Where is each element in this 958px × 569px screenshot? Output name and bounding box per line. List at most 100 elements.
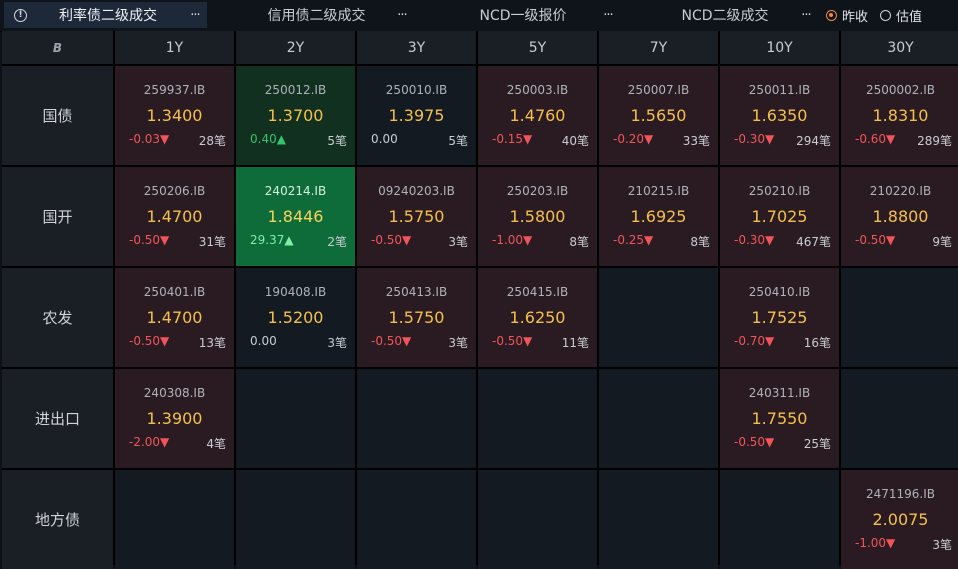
empty-cell xyxy=(357,470,476,569)
more-icon[interactable]: ··· xyxy=(183,8,207,23)
trade-count: 289笔 xyxy=(917,134,952,148)
tab-bar: ! 利率债二级成交 ··· 信用债二级成交 ··· NCD一级报价 ··· NC… xyxy=(0,0,958,32)
trade-count: 13笔 xyxy=(198,336,226,350)
row-label: 国开 xyxy=(2,167,113,266)
empty-cell xyxy=(478,470,597,569)
bond-yield: 1.3900 xyxy=(146,409,203,428)
bond-code: 250003.IB xyxy=(506,83,569,97)
tab-ncd-secondary[interactable]: NCD二级成交 ··· xyxy=(656,2,818,28)
row-label: 进出口 xyxy=(2,369,113,468)
tab-label: NCD二级成交 xyxy=(681,8,769,24)
column-header-3y[interactable]: 3Y xyxy=(357,31,476,64)
yield-change: -0.03▼ xyxy=(129,132,170,146)
bond-code: 210220.IB xyxy=(869,184,932,198)
radio-label: 估值 xyxy=(896,10,923,25)
bond-yield: 1.7550 xyxy=(751,409,808,428)
table-corner-logo: B xyxy=(2,31,113,64)
bond-quote-cell[interactable]: 250203.IB 1.5800 -1.00▼ 8笔 xyxy=(478,167,597,266)
bond-quote-cell[interactable]: 259937.IB 1.3400 -0.03▼ 28笔 xyxy=(115,66,234,165)
bond-code: 210215.IB xyxy=(627,184,690,198)
radio-prev-close[interactable]: 昨收 xyxy=(826,6,868,25)
bond-yield: 2.0075 xyxy=(872,510,929,529)
bond-quote-cell[interactable]: 240214.IB 1.8446 29.37▲ 2笔 xyxy=(236,167,355,266)
bond-code: 240308.IB xyxy=(143,386,206,400)
price-basis-radio-group: 昨收 估值 xyxy=(826,6,934,25)
trade-count: 4笔 xyxy=(206,437,226,451)
bond-yield: 1.4760 xyxy=(509,106,566,125)
bond-quote-cell[interactable]: 250012.IB 1.3700 0.40▲ 5笔 xyxy=(236,66,355,165)
yield-change: -1.00▼ xyxy=(855,536,896,550)
column-header-5y[interactable]: 5Y xyxy=(478,31,597,64)
tab-credit-bond-secondary[interactable]: 信用债二级成交 ··· xyxy=(243,2,414,28)
bond-quote-cell[interactable]: 250210.IB 1.7025 -0.30▼ 467笔 xyxy=(720,167,839,266)
yield-change: -0.25▼ xyxy=(613,233,654,247)
trade-count: 294笔 xyxy=(796,134,831,148)
bond-quote-cell[interactable]: 250007.IB 1.5650 -0.20▼ 33笔 xyxy=(599,66,718,165)
more-icon[interactable]: ··· xyxy=(794,8,818,23)
bond-quote-cell[interactable]: 240308.IB 1.3900 -2.00▼ 4笔 xyxy=(115,369,234,468)
bond-quote-cell[interactable]: 250410.IB 1.7525 -0.70▼ 16笔 xyxy=(720,268,839,367)
tab-rate-bond-secondary[interactable]: ! 利率债二级成交 ··· xyxy=(4,2,207,28)
bond-yield: 1.4700 xyxy=(146,308,203,327)
bond-quote-cell[interactable]: 190408.IB 1.5200 0.00 3笔 xyxy=(236,268,355,367)
bond-quote-cell[interactable]: 250206.IB 1.4700 -0.50▼ 31笔 xyxy=(115,167,234,266)
trade-count: 3笔 xyxy=(448,235,468,249)
bond-yield: 1.3700 xyxy=(267,106,324,125)
column-header-7y[interactable]: 7Y xyxy=(599,31,718,64)
bond-code: 250011.IB xyxy=(748,83,811,97)
bond-quote-cell[interactable]: 210215.IB 1.6925 -0.25▼ 8笔 xyxy=(599,167,718,266)
bond-quote-cell[interactable]: 250413.IB 1.5750 -0.50▼ 3笔 xyxy=(357,268,476,367)
bond-yield: 1.3975 xyxy=(388,106,445,125)
yield-change: 29.37▲ xyxy=(250,233,294,247)
bond-code: 2500002.IB xyxy=(865,83,936,97)
yield-change: -0.50▼ xyxy=(129,334,170,348)
bond-quote-cell[interactable]: 240311.IB 1.7550 -0.50▼ 25笔 xyxy=(720,369,839,468)
bond-quote-cell[interactable]: 250401.IB 1.4700 -0.50▼ 13笔 xyxy=(115,268,234,367)
trade-count: 5笔 xyxy=(448,134,468,148)
tab-label: 信用债二级成交 xyxy=(267,8,366,24)
bond-code: 190408.IB xyxy=(264,285,327,299)
bond-quote-cell[interactable]: 09240203.IB 1.5750 -0.50▼ 3笔 xyxy=(357,167,476,266)
column-header-2y[interactable]: 2Y xyxy=(236,31,355,64)
bond-quote-cell[interactable]: 2500002.IB 1.8310 -0.60▼ 289笔 xyxy=(841,66,958,165)
bond-yield: 1.5800 xyxy=(509,207,566,226)
bond-quote-cell[interactable]: 250010.IB 1.3975 0.00 5笔 xyxy=(357,66,476,165)
row-label: 农发 xyxy=(2,268,113,367)
column-header-1y[interactable]: 1Y xyxy=(115,31,234,64)
bond-yield: 1.6925 xyxy=(630,207,687,226)
trade-count: 25笔 xyxy=(803,437,831,451)
more-icon[interactable]: ··· xyxy=(596,8,620,23)
bond-yield: 1.4700 xyxy=(146,207,203,226)
bond-yield: 1.8446 xyxy=(267,207,324,226)
bond-quote-cell[interactable]: 2471196.IB 2.0075 -1.00▼ 3笔 xyxy=(841,470,958,569)
info-icon[interactable]: ! xyxy=(14,8,27,22)
yield-change: -0.50▼ xyxy=(371,334,412,348)
bond-quote-cell[interactable]: 250011.IB 1.6350 -0.30▼ 294笔 xyxy=(720,66,839,165)
more-icon[interactable]: ··· xyxy=(390,8,414,23)
bond-yield: 1.3400 xyxy=(146,106,203,125)
radio-label: 昨收 xyxy=(842,10,869,25)
trade-count: 9笔 xyxy=(932,235,952,249)
tab-ncd-primary[interactable]: NCD一级报价 ··· xyxy=(450,2,620,28)
bond-code: 250210.IB xyxy=(748,184,811,198)
trade-count: 11笔 xyxy=(561,336,589,350)
bond-code: 09240203.IB xyxy=(378,184,455,198)
bond-code: 2471196.IB xyxy=(865,487,936,501)
yield-change: -0.30▼ xyxy=(734,132,775,146)
bond-quote-cell[interactable]: 250415.IB 1.6250 -0.50▼ 11笔 xyxy=(478,268,597,367)
trade-count: 3笔 xyxy=(932,538,952,552)
column-header-10y[interactable]: 10Y xyxy=(720,31,839,64)
radio-unselected-icon xyxy=(880,10,892,21)
column-header-30y[interactable]: 30Y xyxy=(841,31,958,64)
trade-count: 8笔 xyxy=(569,235,589,249)
bond-quote-cell[interactable]: 210220.IB 1.8800 -0.50▼ 9笔 xyxy=(841,167,958,266)
bond-code: 250415.IB xyxy=(506,285,569,299)
radio-valuation[interactable]: 估值 xyxy=(880,6,922,25)
yield-change: 0.40▲ xyxy=(250,132,286,146)
bond-yield: 1.8310 xyxy=(872,106,929,125)
trade-count: 467笔 xyxy=(796,235,831,249)
trade-count: 5笔 xyxy=(327,134,347,148)
bond-quote-cell[interactable]: 250003.IB 1.4760 -0.15▼ 40笔 xyxy=(478,66,597,165)
trade-count: 16笔 xyxy=(803,336,831,350)
yield-change: -0.50▼ xyxy=(492,334,533,348)
